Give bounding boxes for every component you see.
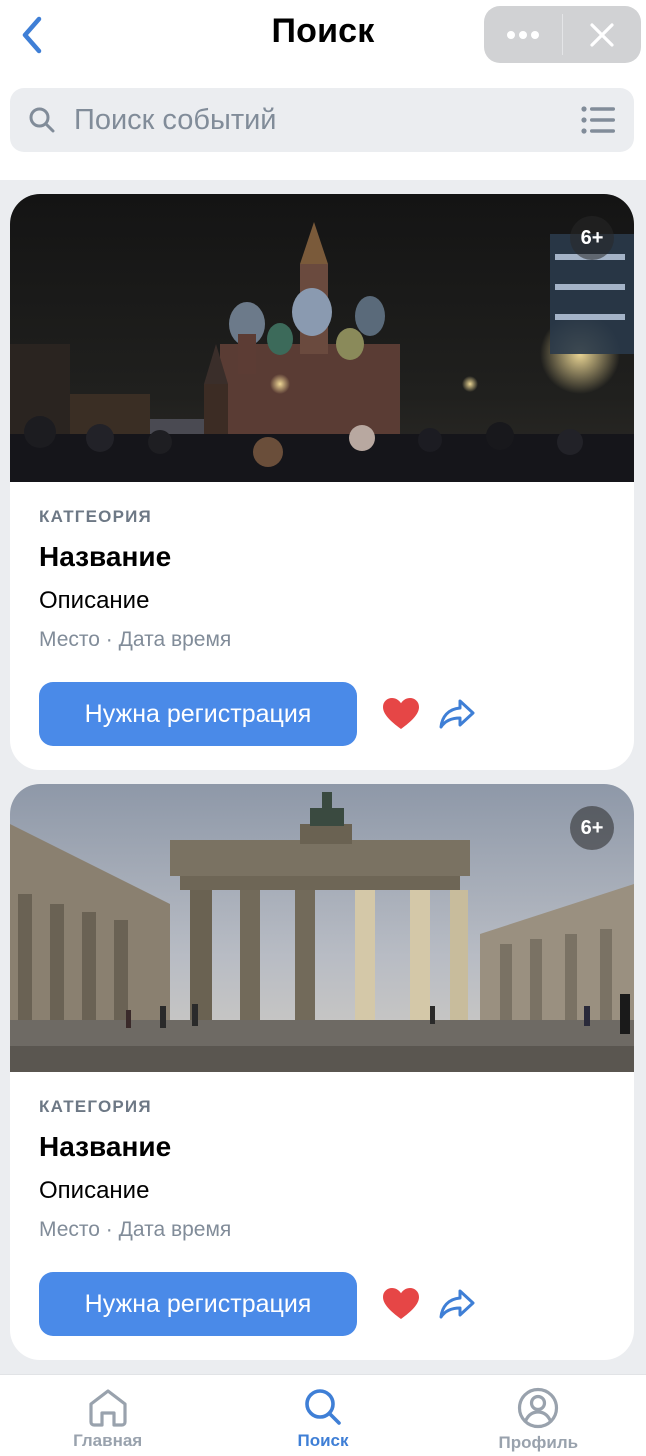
like-button[interactable] [377, 1280, 425, 1328]
search-bar [10, 88, 634, 152]
age-rating-badge: 6+ [570, 216, 614, 260]
app-screen: Поиск Поиск событий 6+ КАТГЕОРИЯ Названи… [0, 0, 646, 1456]
event-meta: Место · Дата время [39, 628, 232, 651]
search-icon [29, 107, 55, 133]
event-card[interactable]: 6+ КАТГЕОРИЯ Название Описание Место · Д… [10, 194, 634, 770]
share-icon [439, 1289, 475, 1319]
close-icon [590, 22, 614, 47]
event-category: КАТГЕОРИЯ [39, 507, 152, 526]
close-button[interactable] [563, 6, 641, 63]
header: Поиск [0, 0, 646, 180]
event-category: КАТЕГОРИЯ [39, 1097, 152, 1116]
heart-icon [383, 1288, 419, 1319]
card-actions: Нужна регистрация [39, 1272, 614, 1336]
event-description: Описание [39, 1177, 150, 1204]
event-name: Название [39, 1131, 172, 1162]
card-body: КАТЕГОРИЯ Название Описание Место · Дата… [39, 1072, 614, 1336]
search-input[interactable] [74, 88, 562, 152]
tab-label: Поиск [297, 1431, 349, 1450]
age-rating-badge: 6+ [570, 806, 614, 850]
event-description: Описание [39, 587, 150, 614]
card-actions: Нужна регистрация [39, 682, 614, 746]
home-icon [89, 1389, 127, 1427]
event-card[interactable]: 6+ КАТЕГОРИЯ Название Описание Место · Д… [10, 784, 634, 1360]
share-icon [439, 699, 475, 729]
tab-search[interactable]: Поиск [215, 1375, 430, 1456]
list-filter-icon [581, 106, 615, 134]
share-button[interactable] [433, 1280, 481, 1328]
more-button[interactable] [484, 6, 562, 63]
search-icon-wrap [10, 88, 74, 152]
tab-home[interactable]: Главная [0, 1375, 215, 1456]
heart-icon [383, 698, 419, 729]
tab-profile[interactable]: Профиль [431, 1375, 646, 1456]
register-button[interactable]: Нужна регистрация [39, 682, 357, 746]
tab-bar: Главная Поиск Профиль [0, 1374, 646, 1456]
event-image [10, 784, 634, 1072]
like-button[interactable] [377, 690, 425, 738]
search-icon [305, 1389, 341, 1425]
profile-icon [518, 1387, 559, 1429]
event-meta: Место · Дата время [39, 1218, 232, 1241]
mini-app-capsule [484, 6, 641, 63]
tab-label: Главная [73, 1431, 143, 1450]
share-button[interactable] [433, 690, 481, 738]
filter-button[interactable] [562, 88, 634, 152]
more-horizontal-icon [507, 30, 539, 39]
register-button[interactable]: Нужна регистрация [39, 1272, 357, 1336]
event-image [10, 194, 634, 482]
card-body: КАТГЕОРИЯ Название Описание Место · Дата… [39, 482, 614, 746]
event-name: Название [39, 541, 172, 572]
tab-label: Профиль [498, 1433, 579, 1452]
